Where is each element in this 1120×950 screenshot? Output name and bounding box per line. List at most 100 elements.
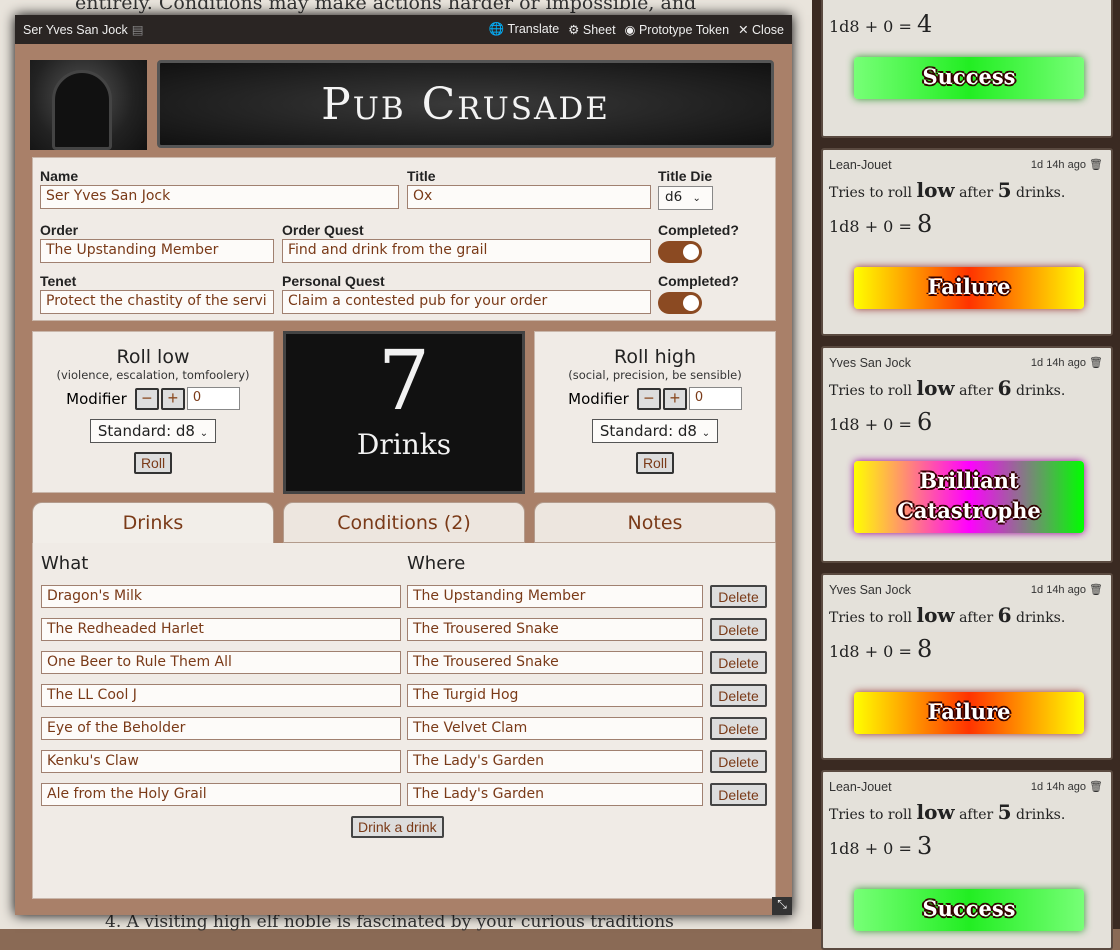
- message-author: Lean-Jouet: [829, 158, 892, 172]
- chevron-down-icon: ⌄: [692, 193, 701, 204]
- increment-button[interactable]: +: [662, 387, 687, 410]
- roll-high-subtitle: (social, precision, be sensible): [568, 368, 742, 382]
- drink-where-field[interactable]: The Turgid Hog: [407, 684, 703, 707]
- title-field[interactable]: Ox: [407, 185, 651, 209]
- drink-what-field[interactable]: One Beer to Rule Them All: [41, 651, 401, 674]
- title-die-select[interactable]: d6 ⌄: [658, 186, 713, 210]
- personal-completed-toggle[interactable]: [658, 292, 702, 314]
- delete-button[interactable]: Delete: [710, 618, 767, 641]
- avatar[interactable]: [30, 60, 147, 150]
- chat-message: Yves San Jock 1d 14h ago 🗑 Tries to roll…: [821, 573, 1113, 760]
- character-sheet-window: Ser Yves San Jock ▤ 🌐 Translate ⚙ Sheet …: [15, 15, 792, 915]
- translate-button[interactable]: 🌐 Translate: [489, 22, 559, 37]
- message-timestamp: 1d 14h ago 🗑: [1030, 781, 1103, 793]
- drink-where-field[interactable]: The Upstanding Member: [407, 585, 703, 608]
- chat-message: Yves San Jock 1d 14h ago 🗑 Tries to roll…: [821, 346, 1113, 563]
- order-field[interactable]: The Upstanding Member: [40, 239, 274, 263]
- message-timestamp: 1d 14h ago 🗑: [1030, 584, 1103, 596]
- drinks-count-label: Drinks: [356, 428, 452, 461]
- drink-a-drink-button[interactable]: Drink a drink: [351, 816, 444, 838]
- delete-button[interactable]: Delete: [710, 717, 767, 740]
- tab-drinks[interactable]: Drinks: [32, 502, 274, 544]
- close-icon: ✕: [738, 23, 749, 37]
- drink-where-field[interactable]: The Trousered Snake: [407, 651, 703, 674]
- message-text: Tries to roll low after 6 drinks.: [829, 376, 1066, 400]
- drink-what-field[interactable]: The Redheaded Harlet: [41, 618, 401, 641]
- roll-low-title: Roll low: [116, 346, 190, 368]
- message-text: Tries to roll low after 6 drinks.: [829, 603, 1066, 627]
- modifier-label: Modifier: [66, 389, 127, 408]
- window-title: Ser Yves San Jock: [23, 22, 128, 37]
- personal-completed-label: Completed?: [658, 273, 739, 289]
- drink-where-field[interactable]: The Velvet Clam: [407, 717, 703, 740]
- delete-button[interactable]: Delete: [710, 783, 767, 806]
- decrement-button[interactable]: −: [636, 387, 661, 410]
- prototype-token-button[interactable]: ◉ Prototype Token: [625, 22, 730, 37]
- drink-what-field[interactable]: Dragon's Milk: [41, 585, 401, 608]
- decrement-button[interactable]: −: [134, 387, 159, 410]
- drink-what-field[interactable]: Kenku's Claw: [41, 750, 401, 773]
- modifier-input[interactable]: 0: [186, 387, 240, 410]
- drink-what-field[interactable]: Eye of the Beholder: [41, 717, 401, 740]
- personal-quest-label: Personal Quest: [282, 273, 385, 289]
- roll-result-badge: Failure: [854, 692, 1084, 734]
- close-button[interactable]: ✕ Close: [738, 22, 784, 37]
- modifier-label: Modifier: [568, 389, 629, 408]
- die-select[interactable]: Standard: d8 ⌄: [591, 419, 719, 443]
- drink-where-field[interactable]: The Trousered Snake: [407, 618, 703, 641]
- window-titlebar[interactable]: Ser Yves San Jock ▤ 🌐 Translate ⚙ Sheet …: [15, 15, 792, 44]
- modifier-input[interactable]: 0: [688, 387, 742, 410]
- trash-icon[interactable]: 🗑: [1089, 159, 1103, 171]
- name-label: Name: [40, 168, 79, 184]
- delete-button[interactable]: Delete: [710, 651, 767, 674]
- resize-handle[interactable]: ⤡: [772, 897, 792, 915]
- chat-message: Lean-Jouet 1d 14h ago 🗑 Tries to roll lo…: [821, 148, 1113, 336]
- increment-button[interactable]: +: [160, 387, 185, 410]
- chat-message: 1d8 + 0 = 4 Success: [821, 0, 1113, 138]
- title-die-label: Title Die: [658, 168, 713, 184]
- trash-icon[interactable]: 🗑: [1089, 357, 1103, 369]
- name-field[interactable]: Ser Yves San Jock: [40, 185, 399, 209]
- chat-log: 1d8 + 0 = 4 Success Lean-Jouet 1d 14h ag…: [812, 0, 1120, 950]
- message-author: Yves San Jock: [829, 356, 911, 370]
- drink-what-field[interactable]: Ale from the Holy Grail: [41, 783, 401, 806]
- personal-quest-field[interactable]: Claim a contested pub for your order: [282, 290, 651, 314]
- order-quest-label: Order Quest: [282, 222, 364, 238]
- sheet-button[interactable]: ⚙ Sheet: [568, 22, 615, 37]
- user-circle-icon: ◉: [624, 23, 636, 37]
- drinks-counter: 7 Drinks: [283, 331, 525, 494]
- roll-result-badge: Brilliant Catastrophe: [854, 461, 1084, 533]
- roll-high-panel: Roll high (social, precision, be sensibl…: [534, 331, 776, 493]
- chevron-down-icon: ⌄: [701, 428, 711, 439]
- message-text: Tries to roll low after 5 drinks.: [829, 178, 1066, 202]
- message-timestamp: 1d 14h ago 🗑: [1030, 357, 1103, 369]
- order-quest-field[interactable]: Find and drink from the grail: [282, 239, 651, 263]
- roll-result-badge: Success: [854, 889, 1084, 931]
- delete-button[interactable]: Delete: [710, 585, 767, 608]
- order-completed-toggle[interactable]: [658, 241, 702, 263]
- trash-icon[interactable]: 🗑: [1089, 781, 1103, 793]
- drinks-tab-panel: What Where Dragon's Milk The Upstanding …: [32, 543, 776, 899]
- roll-result-badge: Failure: [854, 267, 1084, 309]
- drink-where-field[interactable]: The Lady's Garden: [407, 783, 703, 806]
- globe-icon: 🌐: [488, 22, 505, 36]
- message-author: Yves San Jock: [829, 583, 911, 597]
- roll-high-button[interactable]: Roll: [635, 452, 675, 474]
- roll-formula: 1d8 + 0 = 3: [829, 832, 933, 860]
- drink-what-field[interactable]: The LL Cool J: [41, 684, 401, 707]
- delete-button[interactable]: Delete: [710, 750, 767, 773]
- roll-formula: 1d8 + 0 = 8: [829, 210, 933, 238]
- tab-conditions[interactable]: Conditions (2): [283, 502, 525, 543]
- background-text: 4. A visiting high elf noble is fascinat…: [105, 912, 674, 932]
- roll-low-subtitle: (violence, escalation, tomfoolery): [56, 368, 250, 382]
- drink-where-field[interactable]: The Lady's Garden: [407, 750, 703, 773]
- message-timestamp: 1d 14h ago 🗑: [1030, 159, 1103, 171]
- die-select[interactable]: Standard: d8 ⌄: [89, 419, 217, 443]
- message-text: Tries to roll low after 5 drinks.: [829, 800, 1066, 824]
- delete-button[interactable]: Delete: [710, 684, 767, 707]
- roll-low-button[interactable]: Roll: [133, 452, 173, 474]
- trash-icon[interactable]: 🗑: [1089, 584, 1103, 596]
- tenet-field[interactable]: Protect the chastity of the servi: [40, 290, 274, 314]
- tab-notes[interactable]: Notes: [534, 502, 776, 543]
- character-form: Name Ser Yves San Jock Title Ox Title Di…: [32, 157, 776, 321]
